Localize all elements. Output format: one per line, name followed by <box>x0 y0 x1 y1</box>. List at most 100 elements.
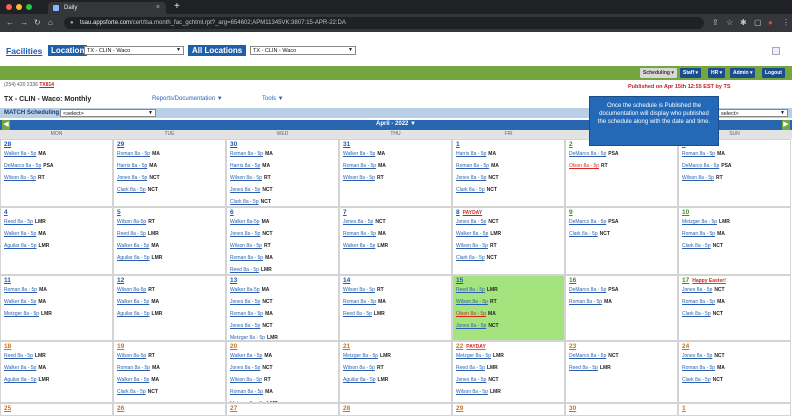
day-number[interactable]: 29 <box>456 405 561 413</box>
day-number[interactable]: 24 <box>682 343 787 351</box>
day-cell[interactable]: 24 Jones 8a - 5p NCT Roman 8a - 5p MA Clark 8… <box>678 341 791 403</box>
day-number[interactable]: 19 <box>117 343 222 351</box>
day-cell[interactable]: 26 <box>113 403 226 416</box>
shift-entry[interactable]: Clark 8a - 5p NCT <box>117 185 222 197</box>
tools-menu[interactable]: Tools ▼ <box>262 96 284 102</box>
day-cell[interactable]: 2 DeMarco 8a - 5p PSA Olson 8a - 5p RT <box>565 139 678 207</box>
shift-entry[interactable]: Reed 8a - 5p LMR <box>569 363 674 375</box>
day-cell[interactable]: 17 Happy Easter! Jones 8a - 5p NCT Roman 8a … <box>678 275 791 341</box>
day-number[interactable]: 4 <box>4 209 109 217</box>
shift-entry[interactable]: Walker 8a - 5p MA <box>4 297 109 309</box>
shift-entry[interactable]: Wilson 8a-5p RT <box>117 285 222 297</box>
day-number[interactable]: 1 <box>682 405 787 413</box>
shift-entry[interactable]: Jones 8a - 5p NCT <box>682 351 787 363</box>
day-number[interactable]: 17 Happy Easter! <box>682 277 787 285</box>
shift-entry[interactable]: Olson 8a - 5p MA <box>456 309 561 321</box>
shift-entry[interactable]: Roman 8a - 5p MA <box>682 363 787 375</box>
day-cell[interactable]: 29 <box>452 403 565 416</box>
shift-entry[interactable]: Aguilar 8a - 5p LMR <box>4 375 109 387</box>
day-number[interactable]: 11 <box>4 277 109 285</box>
back-icon[interactable]: ← <box>6 18 14 27</box>
day-number[interactable]: 28 <box>4 141 109 149</box>
shift-entry[interactable]: Jones 8a - 5p NCT <box>456 173 561 185</box>
logout-button[interactable]: Logout <box>762 68 785 78</box>
shift-entry[interactable]: Roman 8a - 5p MA <box>569 297 674 309</box>
day-cell[interactable]: 4 Reed 8a - 5p LMR Walker 8a - 5p MA Aguilar … <box>0 207 113 275</box>
home-icon[interactable]: ⌂ <box>48 18 53 27</box>
day-number[interactable]: 22 PAYDAY <box>456 343 561 351</box>
facilities-link[interactable]: Facilities <box>6 46 42 56</box>
day-cell[interactable]: 27 <box>226 403 339 416</box>
bookmark-star-icon[interactable]: ☆ <box>726 18 733 27</box>
day-cell[interactable]: 22 PAYDAY Metzger 8a - 5p LMR Reed 8a - 5p LM… <box>452 341 565 403</box>
day-cell[interactable]: 1 Harris 8a - 5p MA Roman 8a - 5p MA Jones 8a… <box>452 139 565 207</box>
shift-entry[interactable]: Jones 8a - 5p NCT <box>682 285 787 297</box>
shift-entry[interactable]: Roman 8a - 5p MA <box>682 229 787 241</box>
shift-entry[interactable]: Jones 8a - 5p NCT <box>230 321 335 333</box>
shift-entry[interactable]: Harris 8a - 5p MA <box>230 161 335 173</box>
scheduling-menu[interactable]: Scheduling ▾ <box>640 68 677 78</box>
day-number[interactable]: 7 <box>343 209 448 217</box>
shift-entry[interactable]: Roman 8a - 5p MA <box>343 297 448 309</box>
shift-entry[interactable]: Clark 8a - 5p NCT <box>456 253 561 265</box>
shift-entry[interactable]: Walker 8a - 5p MA <box>117 375 222 387</box>
day-cell[interactable]: 3Roman 8a - 5pMADeMarco 8a - 5pPSAWilson… <box>678 139 791 207</box>
day-cell[interactable]: 20 Walker 8a - 5p MA Jones 8a - 5p NCT Wilson… <box>226 341 339 403</box>
day-cell[interactable]: 7 Jones 8a - 5p NCT Roman 8a - 5p MA Walker 8… <box>339 207 452 275</box>
day-cell[interactable]: 28 Walker 8a - 5p MA DeMarco 8a - 5p PSA Wils… <box>0 139 113 207</box>
shift-entry[interactable]: Roman 8a - 5p MA <box>230 253 335 265</box>
shift-entry[interactable]: Wilson 8a - 5p RT <box>343 173 448 185</box>
shift-entry[interactable]: Walker 8a - 5p LMR <box>456 229 561 241</box>
shift-entry[interactable]: Olson 8a - 5p RT <box>569 161 674 173</box>
shift-entry[interactable]: DeMarco 8a - 5p PSA <box>682 161 787 173</box>
close-window-icon[interactable] <box>6 4 12 10</box>
day-number[interactable]: 1 <box>456 141 561 149</box>
shift-entry[interactable]: Wilson 8a - 5p RT <box>4 173 109 185</box>
shift-entry[interactable]: Aguilar 8a - 5p LMR <box>117 253 222 265</box>
shift-entry[interactable]: Harris 8a - 5p MA <box>117 161 222 173</box>
shift-entry[interactable]: Wilson 8a-5p RT <box>117 217 222 229</box>
minimize-window-icon[interactable] <box>16 4 22 10</box>
shift-entry[interactable]: Aguilar 8a - 5p LMR <box>4 241 109 253</box>
shift-entry[interactable]: Walker 8a - 5p MA <box>4 229 109 241</box>
shift-entry[interactable]: Jones 8a - 5p NCT <box>230 185 335 197</box>
day-number[interactable]: 23 <box>569 343 674 351</box>
shift-entry[interactable]: Walker 8a-5p MA <box>230 217 335 229</box>
day-cell[interactable]: 10 Metzger 8a - 5p LMR Roman 8a - 5p MA Clark… <box>678 207 791 275</box>
shift-entry[interactable]: Walker 8a - 5p MA <box>117 241 222 253</box>
day-cell[interactable]: 14 Wilson 8a - 5p RT Roman 8a - 5p MA Reed 8a… <box>339 275 452 341</box>
shift-entry[interactable]: Clark 8a - 5p NCT <box>682 241 787 253</box>
shift-entry[interactable]: Clark 8a - 5p NCT <box>230 197 335 206</box>
shift-entry[interactable]: Walker 8a-5p MA <box>230 285 335 297</box>
shift-entry[interactable]: Roman 8a - 5p MA <box>230 387 335 399</box>
shift-entry[interactable]: Jones 8a - 5p NCT <box>117 173 222 185</box>
extensions-icon[interactable]: ✱ <box>740 18 747 27</box>
reports-documentation-menu[interactable]: Reports/Documentation ▼ <box>152 96 223 102</box>
day-cell[interactable]: 19 Wilson 8a-5p RT Roman 8a - 5p MA Walker 8a… <box>113 341 226 403</box>
day-number[interactable]: 13 <box>230 277 335 285</box>
staff-menu[interactable]: Staff ▾ <box>680 68 702 78</box>
forward-icon[interactable]: → <box>20 18 28 27</box>
day-cell[interactable]: 5 Wilson 8a-5p RT Reed 8a - 5p LMR Walker 8a … <box>113 207 226 275</box>
shift-entry[interactable]: Clark 8a - 5p NCT <box>682 375 787 387</box>
day-number[interactable]: 29 <box>117 141 222 149</box>
day-cell[interactable]: 6 Walker 8a-5p MA Jones 8a - 5p NCT Wilson 8a… <box>226 207 339 275</box>
shift-entry[interactable]: DeMarco 8a - 5p PSA <box>4 161 109 173</box>
shift-entry[interactable]: Jones 8a - 5p NCT <box>230 229 335 241</box>
day-number[interactable]: 20 <box>230 343 335 351</box>
profile-icon[interactable]: ● <box>768 18 773 27</box>
reload-icon[interactable]: ↻ <box>34 18 41 27</box>
shift-entry[interactable]: Jones 8a - 5p NCT <box>456 375 561 387</box>
shift-entry[interactable]: Walker 8a - 5p MA <box>4 149 109 161</box>
day-cell[interactable]: 15 Reed 8a - 5p LMR Wilson 8a - 5p RT Olson 8… <box>452 275 565 341</box>
day-cell[interactable]: 21 Metzger 8a - 5p LMR Wilson 8a - 5p RT Agui… <box>339 341 452 403</box>
shift-entry[interactable]: Aguilar 8a - 5p LMR <box>343 375 448 387</box>
day-number[interactable]: 6 <box>230 209 335 217</box>
day-number[interactable]: 28 <box>343 405 448 413</box>
shift-entry[interactable]: Roman 8a - 5p MA <box>230 149 335 161</box>
day-number[interactable]: 5 <box>117 209 222 217</box>
day-cell[interactable]: 28 <box>339 403 452 416</box>
day-number[interactable]: 30 <box>230 141 335 149</box>
shift-entry[interactable]: DeMarco 8a - 5p PSA <box>569 285 674 297</box>
shift-entry[interactable]: Jones 8a - 5p NCT <box>230 363 335 375</box>
